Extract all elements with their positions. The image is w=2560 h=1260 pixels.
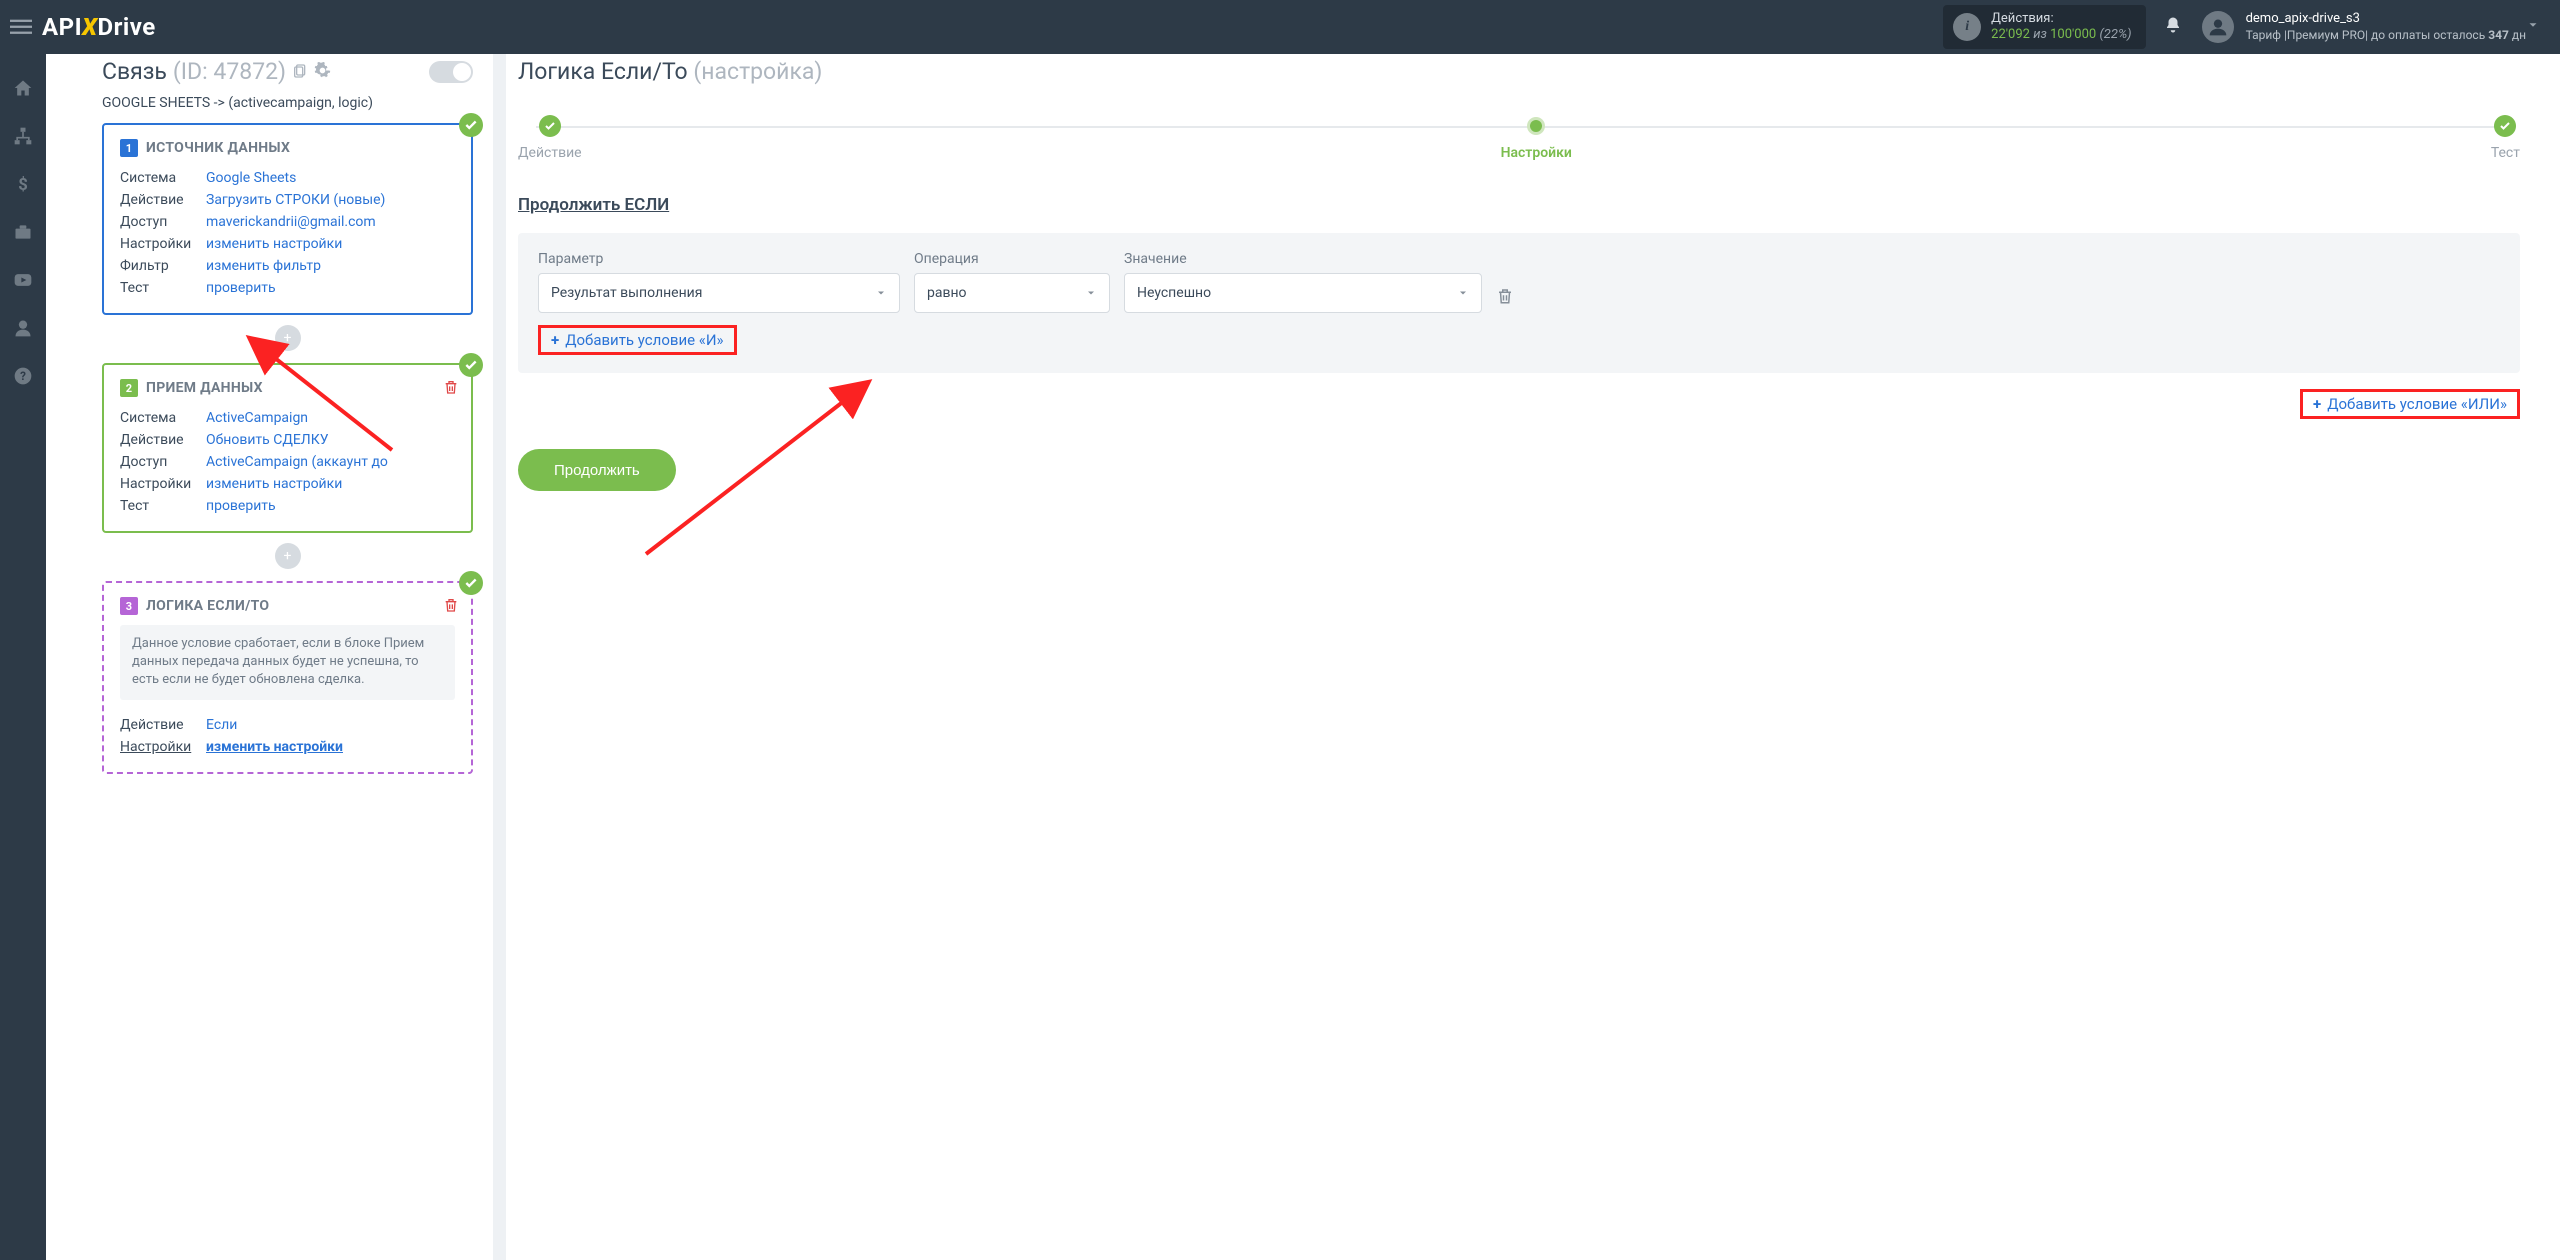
add-between-2[interactable]: + bbox=[275, 543, 301, 569]
briefcase-icon[interactable] bbox=[13, 222, 33, 242]
connection-id: (ID: 47872) bbox=[173, 58, 286, 85]
help-icon[interactable]: ? bbox=[13, 366, 33, 386]
delete-condition-icon[interactable] bbox=[1496, 287, 1514, 313]
add-or-button[interactable]: +Добавить условие «ИЛИ» bbox=[2300, 389, 2520, 419]
source-filter[interactable]: изменить фильтр bbox=[206, 258, 321, 274]
continue-button[interactable]: Продолжить bbox=[518, 449, 676, 491]
param-field: Параметр Результат выполнения bbox=[538, 251, 900, 313]
user-info: demo_apix-drive_s3 Тариф |Премиум PRO| д… bbox=[2246, 11, 2526, 42]
credits-badge[interactable]: i Действия: 22'092 из 100'000 (22%) bbox=[1943, 5, 2145, 50]
val-select[interactable]: Неуспешно bbox=[1124, 273, 1482, 313]
trash-icon[interactable] bbox=[443, 379, 459, 399]
info-icon: i bbox=[1953, 13, 1981, 41]
chevron-down-icon bbox=[875, 287, 887, 299]
dest-test[interactable]: проверить bbox=[206, 498, 276, 514]
svg-text:?: ? bbox=[20, 369, 26, 383]
copy-icon[interactable] bbox=[292, 58, 308, 85]
param-label: Параметр bbox=[538, 251, 900, 267]
add-between-1[interactable]: + bbox=[275, 325, 301, 351]
check-icon bbox=[459, 113, 483, 137]
credits-of: из bbox=[2033, 27, 2047, 42]
user-icon[interactable] bbox=[13, 318, 33, 338]
bell-icon[interactable] bbox=[2164, 16, 2182, 38]
check-icon bbox=[459, 353, 483, 377]
op-field: Операция равно bbox=[914, 251, 1110, 313]
dest-system[interactable]: ActiveCampaign bbox=[206, 410, 308, 426]
menu-icon[interactable] bbox=[0, 16, 42, 38]
step-action[interactable]: Действие bbox=[518, 115, 582, 161]
logic-title: ЛОГИКА ЕСЛИ/ТО bbox=[146, 598, 269, 614]
sitemap-icon[interactable] bbox=[13, 126, 33, 146]
source-action[interactable]: Загрузить СТРОКИ (новые) bbox=[206, 192, 385, 208]
main-panel: Логика Если/То (настройка) Действие Наст… bbox=[506, 54, 2560, 1260]
youtube-icon[interactable] bbox=[13, 270, 33, 290]
sidebar-panel: Связь (ID: 47872) GOOGLE SHEETS -> (acti… bbox=[46, 54, 493, 1260]
home-icon[interactable] bbox=[13, 78, 33, 98]
logic-action[interactable]: Если bbox=[206, 717, 237, 733]
dest-title: ПРИЕМ ДАННЫХ bbox=[146, 380, 263, 396]
source-system[interactable]: Google Sheets bbox=[206, 170, 296, 186]
page-title: Логика Если/То (настройка) bbox=[518, 58, 2520, 85]
op-select[interactable]: равно bbox=[914, 273, 1110, 313]
dest-action[interactable]: Обновить СДЕЛКУ bbox=[206, 432, 329, 448]
step-settings[interactable]: Настройки bbox=[1501, 115, 1572, 161]
credits-text: Действия: 22'092 из 100'000 (22%) bbox=[1991, 11, 2131, 44]
credits-pct: (22%) bbox=[2099, 27, 2131, 42]
credits-label: Действия: bbox=[1991, 11, 2131, 27]
logic-card[interactable]: 3ЛОГИКА ЕСЛИ/ТО Данное условие сработает… bbox=[102, 581, 473, 774]
param-select[interactable]: Результат выполнения bbox=[538, 273, 900, 313]
condition-group: Параметр Результат выполнения Операция р… bbox=[518, 233, 2520, 373]
check-icon bbox=[459, 571, 483, 595]
chevron-down-icon[interactable] bbox=[2526, 18, 2540, 36]
credits-total: 100'000 bbox=[2050, 27, 2096, 42]
credits-used: 22'092 bbox=[1991, 27, 2030, 42]
user-menu[interactable]: demo_apix-drive_s3 Тариф |Премиум PRO| д… bbox=[2202, 11, 2526, 43]
step-test[interactable]: Тест bbox=[2491, 115, 2520, 161]
logic-settings[interactable]: изменить настройки bbox=[206, 739, 343, 755]
val-field: Значение Неуспешно bbox=[1124, 251, 1482, 313]
op-label: Операция bbox=[914, 251, 1110, 267]
trash-icon[interactable] bbox=[443, 597, 459, 617]
chevron-down-icon bbox=[1457, 287, 1469, 299]
connection-title-row: Связь (ID: 47872) bbox=[102, 58, 473, 85]
source-card[interactable]: 1ИСТОЧНИК ДАННЫХ СистемаGoogle Sheets Де… bbox=[102, 123, 473, 315]
dest-access[interactable]: ActiveCampaign (аккаунт до bbox=[206, 454, 388, 470]
connection-path: GOOGLE SHEETS -> (activecampaign, logic) bbox=[102, 95, 473, 111]
val-label: Значение bbox=[1124, 251, 1482, 267]
dest-settings[interactable]: изменить настройки bbox=[206, 476, 342, 492]
connection-label: Связь bbox=[102, 58, 167, 85]
source-test[interactable]: проверить bbox=[206, 280, 276, 296]
connection-toggle[interactable] bbox=[429, 61, 473, 83]
dollar-icon[interactable]: $ bbox=[13, 174, 33, 194]
gear-icon[interactable] bbox=[314, 58, 331, 85]
stepper: Действие Настройки Тест bbox=[518, 115, 2520, 161]
leftnav: $ ? bbox=[0, 54, 46, 1260]
source-settings[interactable]: изменить настройки bbox=[206, 236, 342, 252]
tariff-prefix: Тариф |Премиум PRO| до оплаты осталось bbox=[2246, 28, 2489, 42]
topbar: APIXDrive i Действия: 22'092 из 100'000 … bbox=[0, 0, 2560, 54]
source-title: ИСТОЧНИК ДАННЫХ bbox=[146, 140, 290, 156]
user-name: demo_apix-drive_s3 bbox=[2246, 11, 2526, 27]
avatar-icon bbox=[2202, 11, 2234, 43]
dest-card[interactable]: 2ПРИЕМ ДАННЫХ СистемаActiveCampaign Дейс… bbox=[102, 363, 473, 533]
svg-text:$: $ bbox=[18, 176, 28, 194]
tariff-suffix: дн bbox=[2509, 28, 2526, 42]
section-title: Продолжить ЕСЛИ bbox=[518, 195, 2520, 215]
source-access[interactable]: maverickandrii@gmail.com bbox=[206, 214, 376, 230]
add-and-button[interactable]: +Добавить условие «И» bbox=[538, 325, 737, 355]
logo[interactable]: APIXDrive bbox=[42, 13, 156, 41]
tariff-days: 347 bbox=[2488, 28, 2509, 42]
logic-desc: Данное условие сработает, если в блоке П… bbox=[120, 625, 455, 700]
chevron-down-icon bbox=[1085, 287, 1097, 299]
